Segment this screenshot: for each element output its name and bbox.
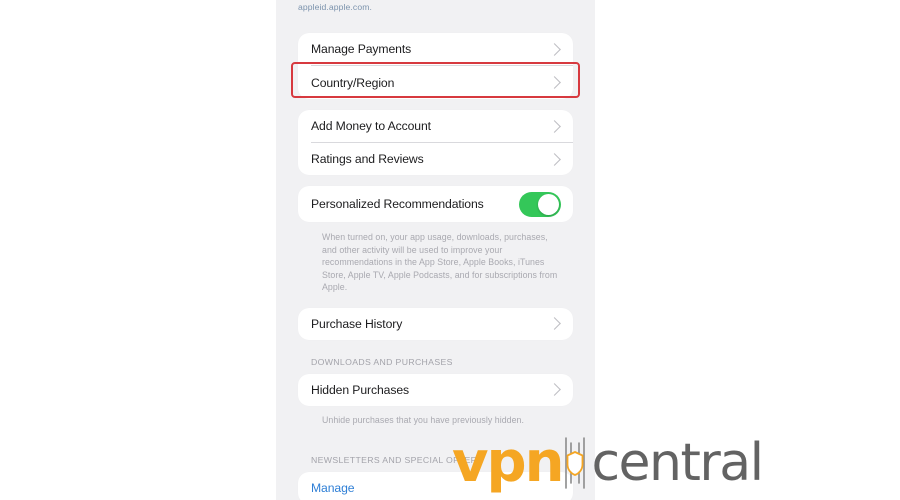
purchase-history-card: Purchase History	[298, 307, 573, 340]
watermark-central-text: central	[591, 433, 764, 493]
section-header-newsletters: NEWSLETTERS AND SPECIAL OFFERS	[311, 454, 484, 465]
row-label: Personalized Recommendations	[311, 197, 484, 211]
section-header-downloads: DOWNLOADS AND PURCHASES	[311, 356, 453, 367]
personalized-recommendations-toggle[interactable]	[519, 191, 561, 217]
screenshot-root: appleid.apple.com. Manage Payments Count…	[0, 0, 900, 500]
row-ratings-reviews[interactable]: Ratings and Reviews	[298, 143, 573, 175]
newsletters-card: Manage	[298, 471, 573, 500]
chevron-right-icon	[548, 119, 561, 133]
purchase-settings-card: Add Money to Account Ratings and Reviews	[298, 110, 573, 175]
row-personalized-recommendations[interactable]: Personalized Recommendations	[298, 186, 573, 222]
chevron-right-icon	[548, 383, 561, 397]
row-manage-newsletters[interactable]: Manage	[298, 472, 573, 500]
row-hidden-purchases[interactable]: Hidden Purchases	[298, 374, 573, 406]
row-country-region[interactable]: Country/Region	[298, 66, 573, 99]
row-label: Purchase History	[311, 316, 403, 331]
chevron-right-icon	[548, 317, 561, 331]
chevron-right-icon	[548, 152, 561, 166]
row-add-money[interactable]: Add Money to Account	[298, 110, 573, 142]
recommendations-footnote: When turned on, your app usage, download…	[322, 232, 558, 293]
chevron-right-icon	[548, 76, 561, 89]
phone-screen: appleid.apple.com. Manage Payments Count…	[276, 0, 595, 500]
row-purchase-history[interactable]: Purchase History	[298, 308, 573, 340]
settings-list: Manage Payments Country/Region Add Money…	[276, 0, 595, 500]
hidden-purchases-footnote: Unhide purchases that you have previousl…	[322, 414, 524, 425]
chevron-right-icon	[548, 42, 561, 56]
hidden-purchases-card: Hidden Purchases	[298, 373, 573, 406]
row-manage-payments[interactable]: Manage Payments	[298, 33, 573, 65]
toggle-knob	[538, 193, 559, 215]
personalized-recommendations-card: Personalized Recommendations	[298, 186, 573, 222]
row-label: Ratings and Reviews	[311, 152, 424, 166]
account-settings-card: Manage Payments Country/Region	[298, 33, 573, 99]
row-label: Country/Region	[311, 75, 395, 90]
row-label: Manage Payments	[311, 42, 412, 56]
row-label: Manage	[311, 480, 355, 495]
row-label: Add Money to Account	[311, 119, 431, 133]
row-label: Hidden Purchases	[311, 382, 409, 397]
